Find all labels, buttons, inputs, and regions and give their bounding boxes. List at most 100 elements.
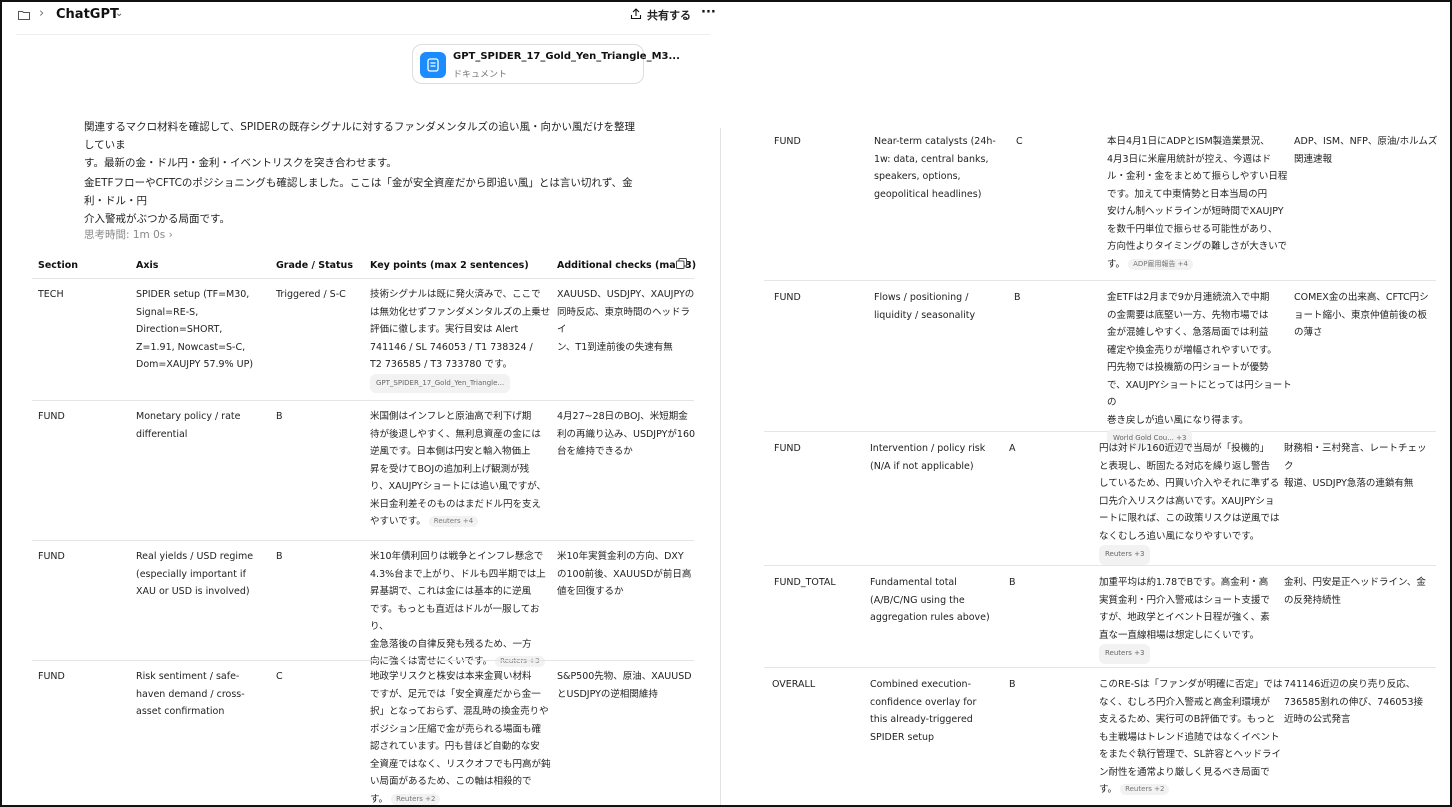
cell-key-points: 本日4月1日にADPとISM製造業景況、 4月3日に米雇用統計が控え、今週はド ル・…: [1107, 133, 1292, 273]
panel-divider: [720, 128, 721, 805]
cell-line: geopolitical headlines): [874, 188, 982, 200]
cell-checks: ADP、ISM、NFP、原油/ホルムズ 関連速報: [1294, 133, 1439, 168]
chevron-down-icon[interactable]: ⌄: [115, 8, 123, 19]
cell-line: す。 ADP雇用報告 +4: [1107, 256, 1292, 274]
copy-table-icon[interactable]: [676, 258, 687, 269]
cell-line: ョート縮小、東京仲値前後の板: [1294, 309, 1428, 321]
cell-section: TECH: [38, 286, 128, 304]
cell-line: と表現し、断固たる対応を繰り返し警告: [1099, 460, 1271, 472]
cell-line: 1w: data, central banks,: [874, 153, 989, 165]
cell-checks: 金利、円安是正ヘッドライン、金 の反発持続性: [1284, 574, 1429, 609]
source-chip[interactable]: Reuters +3: [1099, 545, 1151, 565]
cell-line: B: [1014, 292, 1021, 303]
cell-line: 実質金利・円介入警戒はショート支援で: [1099, 594, 1271, 606]
cell-line: differential: [136, 428, 188, 440]
cell-line: 金ETFは2月まで9か月連続流入で中期: [1107, 292, 1270, 303]
cell-line: B: [276, 551, 283, 562]
cell-line: XAU or USD is involved): [136, 586, 250, 597]
cell-line: A: [1009, 443, 1016, 454]
cell-line: 4月27~28日のBOJ、米短期金: [557, 411, 688, 422]
cell-line: 昇を受けてBOJの追加利上げ観測が残: [370, 463, 530, 475]
cell-line: 方向性よりタイミングの難しさが大きいで: [1107, 241, 1288, 252]
cell-line: (especially important if: [136, 568, 246, 580]
cell-grade: C: [1016, 133, 1076, 151]
cell-line: 逆風です。日本側は円安と輸入物価上: [370, 446, 531, 457]
cell-line: ン耐性を通常より厳しく見るべき局面で: [1099, 766, 1270, 778]
cell-line: C: [276, 671, 283, 682]
source-chip[interactable]: Reuters +3: [1099, 644, 1151, 664]
cell-axis: Near-term catalysts (24h- 1w: data, centr…: [874, 133, 1009, 203]
document-type: ドキュメント: [453, 70, 508, 80]
cell-section: FUND_TOTAL: [774, 574, 864, 592]
cell-line: haven demand / cross-: [136, 688, 245, 700]
cell-line: 本日4月1日にADPとISM製造業景況、: [1107, 136, 1270, 147]
divider: [16, 34, 710, 35]
cell-line: 待が後退しやすく、無利息資産の金には: [370, 428, 541, 440]
cell-line: の100前後、XAUUSDが前日高: [557, 568, 692, 580]
cell-line: 関連速報: [1294, 153, 1333, 165]
cell-line: 財務相・三村発言、レートチェック: [1284, 443, 1427, 472]
source-chip[interactable]: Reuters +2: [391, 793, 441, 805]
cell-line: (N/A if not applicable): [870, 460, 974, 472]
cell-axis: Real yields / USD regime (especially impo…: [136, 548, 271, 601]
col-header-key-points: Key points (max 2 sentences): [370, 260, 529, 271]
paragraph-line: 関連するマクロ材料を確認して、SPIDERの既存シグナルに対するファンダメンタル…: [84, 121, 636, 151]
document-attachment[interactable]: GPT_SPIDER_17_Gold_Yen_Triangle_M3... ドキ…: [412, 44, 680, 84]
cell-line: なく、むしろ円介入警戒と高金利環境が: [1099, 696, 1271, 708]
cell-line: 4.3%台まで上がり、ドルも四半期では上: [370, 568, 546, 580]
cell-line: です。加えて中東情勢と日本当局の円: [1107, 188, 1268, 200]
cell-line: このRE-Sは「ファンダが明確に否定」では: [1099, 679, 1283, 690]
col-header-axis: Axis: [136, 260, 159, 271]
folder-icon[interactable]: [18, 10, 30, 20]
source-chip[interactable]: Reuters +2: [1120, 784, 1170, 795]
cell-line: の薄さ: [1294, 327, 1323, 338]
paragraph-line: 金ETFフローやCFTCのポジショニングも確認しました。ここは「金が安全資産だか…: [84, 177, 633, 207]
cell-line: Signal=RE-S,: [136, 306, 199, 318]
cell-line: FUND: [774, 443, 801, 454]
cell-line: FUND: [774, 136, 801, 147]
cell-line: FUND_TOTAL: [774, 577, 836, 588]
cell-grade: B: [1009, 574, 1069, 592]
document-icon: [420, 52, 446, 78]
cell-line: aggregation rules above): [870, 612, 990, 623]
cell-section: FUND: [38, 668, 128, 686]
share-button[interactable]: 共有する: [647, 7, 691, 23]
cell-line: やすいです。 Reuters +4: [370, 513, 552, 531]
cell-grade: B: [276, 408, 366, 426]
cell-line: COMEX金の出来高、CFTC円シ: [1294, 292, 1429, 303]
cell-axis: Flows / positioning / liquidity / seasona…: [874, 289, 1009, 324]
source-chip[interactable]: Reuters +3: [495, 656, 545, 667]
cell-grade: A: [1009, 440, 1069, 458]
cell-line: 台を維持できるか: [557, 446, 633, 457]
share-icon[interactable]: [630, 8, 642, 20]
cell-line: 736585割れの伸び、746053接: [1284, 696, 1424, 708]
source-chip[interactable]: ADP雇用報告 +4: [1128, 258, 1194, 270]
cell-line: 741146 / SL 746053 / T1 738324 /: [370, 341, 533, 353]
source-chip[interactable]: Reuters +4: [428, 516, 479, 527]
cell-line: liquidity / seasonality: [874, 309, 976, 321]
more-options-icon[interactable]: ···: [701, 5, 716, 20]
cell-section: FUND: [38, 548, 128, 566]
cell-line: すが、地政学とイベント日程が強く、素: [1099, 612, 1270, 623]
cell-key-points: 地政学リスクと株安は本来金買い材料 ですが、足元では「安全資産だから金一 択」となっ…: [370, 668, 552, 805]
cell-line: 巻き戻しが追い風になり得ます。: [1107, 414, 1249, 426]
cell-line: confidence overlay for: [870, 696, 977, 708]
cell-line: 米日金利差そのものはまだドル円を支え: [370, 498, 542, 510]
source-chip[interactable]: GPT_SPIDER_17_Gold_Yen_Triangle...: [370, 373, 511, 393]
paragraph-line: す。最新の金・ドル円・金利・イベントリスクを突き合わせます。: [84, 157, 397, 169]
table-row-divider: [32, 660, 694, 661]
cell-grade: B: [1009, 676, 1069, 694]
cell-axis: SPIDER setup (TF=M30, Signal=RE-S, Directi…: [136, 286, 271, 374]
cell-line: FUND: [38, 411, 65, 422]
cell-line: S&P500先物、原油、XAUUSD: [557, 671, 692, 682]
app-title[interactable]: ChatGPT: [56, 7, 119, 22]
thinking-time-toggle[interactable]: 思考時間: 1m 0s ›: [84, 227, 173, 242]
cell-line: asset confirmation: [136, 706, 225, 717]
cell-key-points: このRE-Sは「ファンダが明確に否定」では なく、むしろ円介入警戒と高金利環境が支…: [1099, 676, 1284, 799]
cell-section: OVERALL: [772, 676, 862, 694]
cell-checks: 米10年実質金利の方向、DXY の100前後、XAUUSDが前日高 値を回復するか: [557, 548, 697, 601]
cell-line: Fundamental total: [870, 577, 957, 588]
cell-line: ン、T1到達前後の失速有無: [557, 341, 673, 353]
cell-key-points: 円は対ドル160近辺で当局が「投機的」 と表現し、断固たる対応を繰り返し警告 してい…: [1099, 440, 1284, 565]
cell-key-points: 加重平均は約1.78でBです。高金利・高 実質金利・円介入警戒はショート支援で すが…: [1099, 574, 1284, 664]
